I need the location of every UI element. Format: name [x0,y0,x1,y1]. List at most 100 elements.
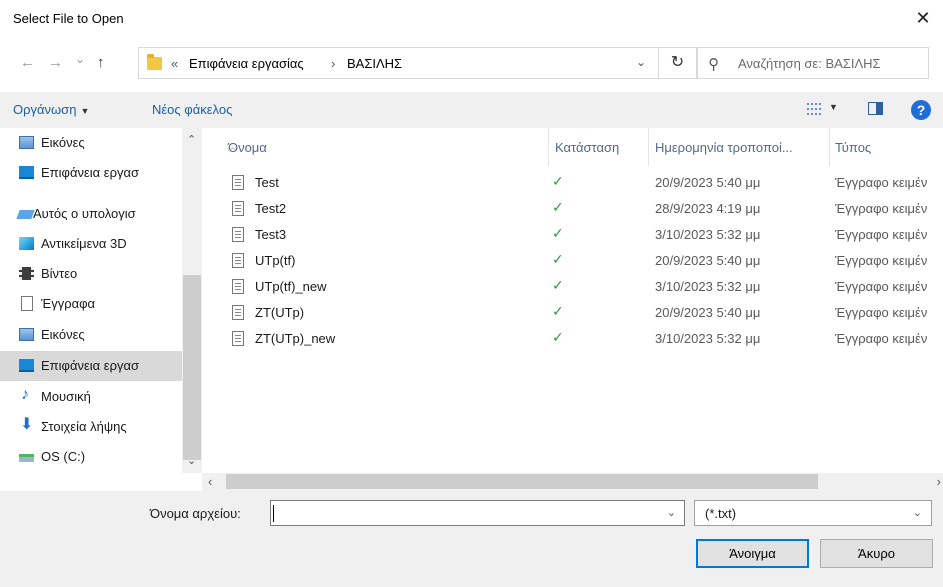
breadcrumb-item-folder[interactable]: ΒΑΣΙΛΗΣ [347,56,402,71]
column-header-modified[interactable]: Ημερομηνία τροποποί... [655,128,830,166]
file-name: Test2 [255,201,287,216]
scroll-thumb[interactable] [226,474,818,489]
scroll-thumb[interactable] [183,275,201,460]
nav-item-drive-c[interactable]: OS (C:) [0,442,182,472]
nav-item-label: Στοιχεία λήψης [41,419,127,434]
help-icon[interactable]: ? [911,100,931,120]
filetype-select[interactable]: (*.txt) ⌄ [694,500,932,526]
nav-item-this-pc[interactable]: Αυτός ο υπολογισ [0,199,182,229]
nav-item-pictures[interactable]: Εικόνες [0,128,182,158]
nav-item-desktop-selected[interactable]: Επιφάνεια εργασ [0,351,182,381]
file-modified: 20/9/2023 5:40 μμ [655,305,761,320]
breadcrumb-item-desktop[interactable]: Επιφάνεια εργασίας [189,56,304,71]
scroll-left-icon[interactable]: ‹ [208,474,212,489]
preview-pane-icon[interactable] [868,102,883,115]
breadcrumb-separator: › [331,56,336,71]
text-file-icon [232,331,244,346]
file-name: ZT(UTp) [255,305,305,320]
file-row[interactable]: Test3 ✓ 3/10/2023 5:32 μμ Έγγραφο κειμέν [202,224,943,246]
file-row[interactable]: Test ✓ 20/9/2023 5:40 μμ Έγγραφο κειμέν [202,172,943,194]
documents-icon [21,296,33,311]
sort-ascending-icon: ︿ [228,142,238,152]
sync-status-icon: ✓ [552,303,564,319]
navigation-pane: Εικόνες Επιφάνεια εργασ Αυτός ο υπολογισ… [0,128,202,473]
nav-item-desktop[interactable]: Επιφάνεια εργασ [0,158,182,188]
file-row[interactable]: Test2 ✓ 28/9/2023 4:19 μμ Έγγραφο κειμέν [202,198,943,220]
column-header-status[interactable]: Κατάσταση [555,128,650,166]
horizontal-scrollbar[interactable]: ‹ › [202,473,943,491]
sync-status-icon: ✓ [552,225,564,241]
videos-icon [19,267,34,280]
scroll-up-icon[interactable]: ⌃ [187,133,196,146]
text-file-icon [232,279,244,294]
chevron-down-icon[interactable]: ⌄ [667,506,676,519]
nav-item-label: Έγγραφα [41,296,96,311]
cancel-button[interactable]: Άκυρο [820,539,933,568]
breadcrumb-overflow[interactable]: « [171,56,178,71]
scroll-down-icon[interactable]: ⌄ [187,454,196,467]
title-bar: Select File to Open ✕ [0,0,943,38]
file-modified: 3/10/2023 5:32 μμ [655,279,761,294]
file-row[interactable]: ZT(UTp) ✓ 20/9/2023 5:40 μμ Έγγραφο κειμ… [202,302,943,324]
filename-input[interactable]: ⌄ [270,500,685,526]
column-header-type[interactable]: Τύπος [835,128,943,166]
forward-arrow-icon[interactable]: → [48,54,63,71]
scroll-right-icon[interactable]: › [937,474,941,489]
file-type: Έγγραφο κειμέν [835,227,928,242]
sync-status-icon: ✓ [552,329,564,345]
recent-locations-icon[interactable]: ⌄ [75,52,85,66]
organize-button[interactable]: Οργάνωση ▼ [13,102,89,117]
nav-item-videos[interactable]: Βίντεο [0,259,182,289]
search-input[interactable]: ⚲ Αναζήτηση σε: ΒΑΣΙΛΗΣ [697,47,929,79]
column-divider[interactable] [648,128,649,166]
nav-item-downloads[interactable]: ⬇ Στοιχεία λήψης [0,412,182,442]
column-divider[interactable] [548,128,549,166]
pictures-icon [19,136,34,149]
file-modified: 20/9/2023 5:40 μμ [655,253,761,268]
new-folder-button[interactable]: Νέος φάκελος [152,102,232,117]
nav-item-3d-objects[interactable]: Αντικείμενα 3D [0,229,182,259]
nav-item-documents[interactable]: Έγγραφα [0,289,182,319]
filename-label: Όνομα αρχείου: [150,506,241,521]
file-modified: 3/10/2023 5:32 μμ [655,227,761,242]
nav-item-pictures-2[interactable]: Εικόνες [0,320,182,350]
view-list-icon [807,103,821,115]
nav-scrollbar[interactable]: ⌃ ⌄ [182,128,202,473]
folder-icon [147,54,162,70]
chevron-down-icon[interactable]: ⌄ [636,55,646,69]
file-row[interactable]: UTp(tf) ✓ 20/9/2023 5:40 μμ Έγγραφο κειμ… [202,250,943,272]
pictures-icon [19,328,34,341]
refresh-icon: ↻ [670,54,685,71]
file-list: Όνομα ︿ Κατάσταση Ημερομηνία τροποποί...… [202,128,943,473]
file-row[interactable]: UTp(tf)_new ✓ 3/10/2023 5:32 μμ Έγγραφο … [202,276,943,298]
sync-status-icon: ✓ [552,199,564,215]
text-file-icon [232,201,244,216]
sync-status-icon: ✓ [552,173,564,189]
view-arrow-icon: ▼ [829,102,838,112]
file-modified: 28/9/2023 4:19 μμ [655,201,761,216]
file-row[interactable]: ZT(UTp)_new ✓ 3/10/2023 5:32 μμ Έγγραφο … [202,328,943,350]
file-modified: 20/9/2023 5:40 μμ [655,175,761,190]
column-header-name[interactable]: Όνομα ︿ [228,128,548,166]
close-icon[interactable]: ✕ [913,8,933,28]
refresh-button[interactable]: ↻ [659,47,697,79]
column-divider[interactable] [829,128,830,166]
text-file-icon [232,227,244,242]
command-bar: Οργάνωση ▼ Νέος φάκελος ▼ ? [0,92,943,128]
text-file-icon [232,175,244,190]
nav-item-label: Επιφάνεια εργασ [41,358,140,373]
breadcrumb[interactable]: « Επιφάνεια εργασίας › ΒΑΣΙΛΗΣ ⌄ [138,47,659,79]
change-view-button[interactable]: ▼ [807,102,841,120]
file-name: UTp(tf) [255,253,296,268]
nav-item-music[interactable]: ♪ Μουσική [0,382,182,412]
up-arrow-icon[interactable]: ↑ [97,54,105,71]
file-type: Έγγραφο κειμέν [835,201,928,216]
organize-arrow-icon: ▼ [80,106,90,116]
file-type: Έγγραφο κειμέν [835,279,928,294]
this-pc-icon [16,210,35,219]
file-name: ZT(UTp)_new [255,331,336,346]
nav-item-label: Αντικείμενα 3D [41,236,127,251]
music-icon: ♪ [21,386,29,403]
back-arrow-icon[interactable]: ← [20,54,35,71]
open-button[interactable]: Άνοιγμα [696,539,809,568]
